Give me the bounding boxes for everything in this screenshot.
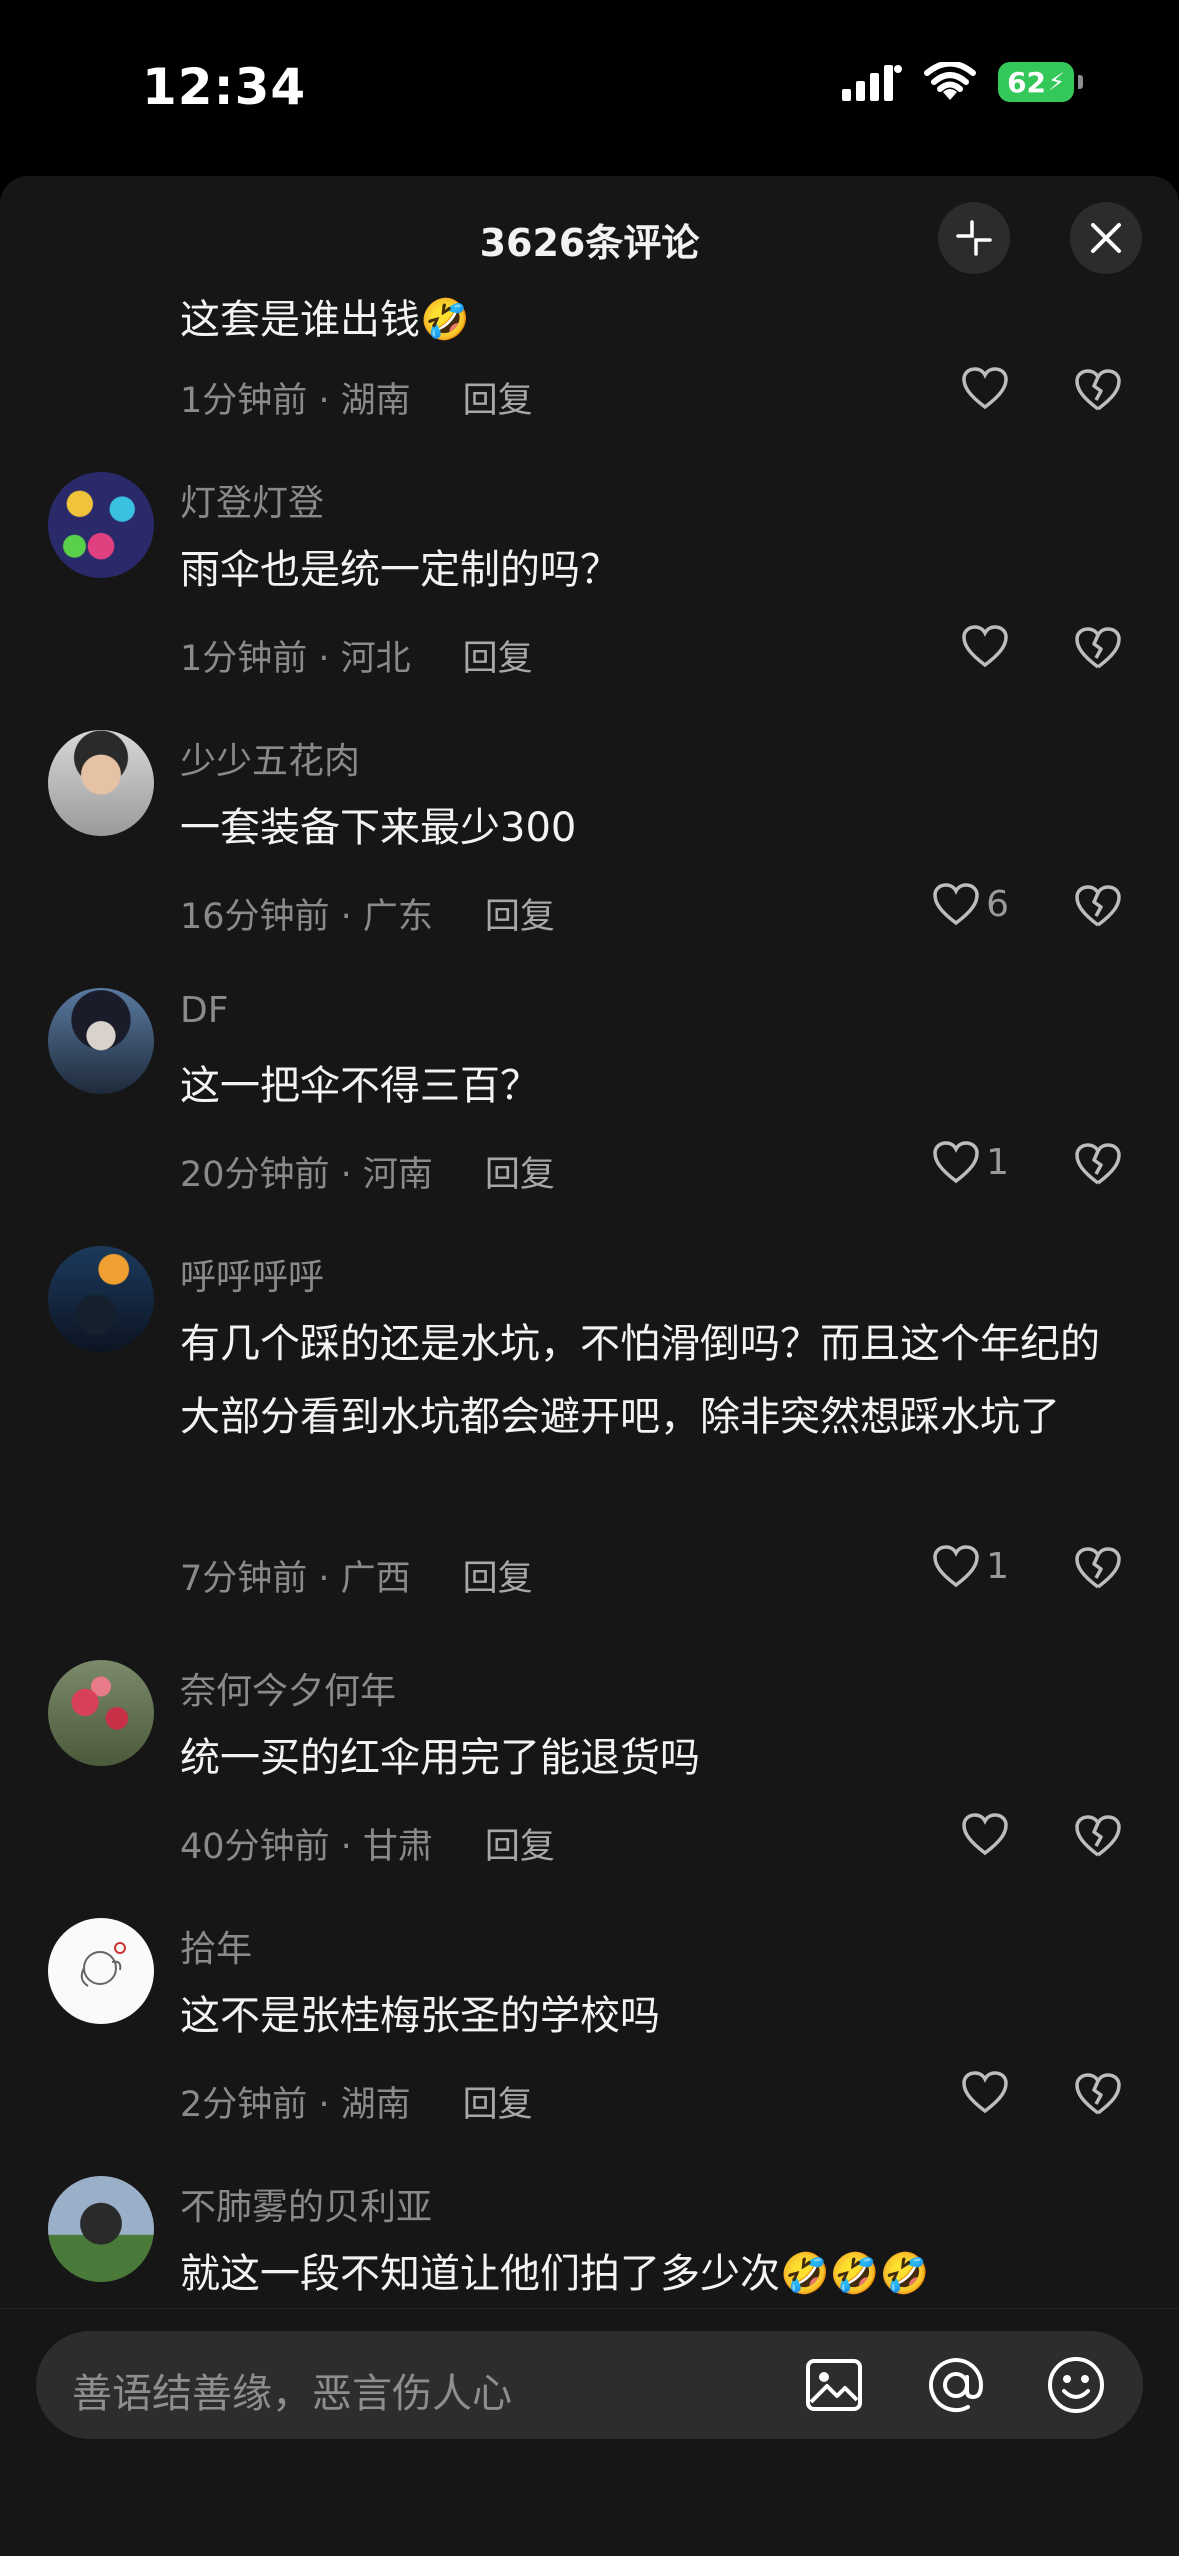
comment-meta: 16分钟前 · 广东 回复 (180, 888, 555, 939)
heart-icon (933, 1545, 979, 1588)
broken-heart-icon[interactable] (1074, 368, 1122, 412)
comment-meta: 1分钟前 · 河北 回复 (180, 630, 533, 681)
comment-username[interactable]: 少少五花肉 (180, 732, 360, 784)
like-button[interactable] (961, 624, 1009, 668)
like-button[interactable] (961, 1812, 1009, 1856)
battery-level: 62 (1007, 65, 1047, 99)
emoji-icon (1048, 2357, 1104, 2413)
battery-indicator: 62 ⚡ (998, 62, 1074, 102)
comment-meta: 7分钟前 · 广西 回复 (180, 1550, 533, 1601)
comment-list[interactable]: 这套是谁出钱🤣 1分钟前 · 湖南 回复 灯登灯登 雨伞也是统一定制的吗？ 1分钟… (0, 176, 1179, 2308)
like-count: 1 (986, 1545, 1009, 1587)
comment-text: 这不是张桂梅张圣的学校吗 (180, 1993, 660, 2039)
comment-time-location: 7分钟前 · 广西 (180, 1559, 411, 1599)
image-icon (806, 2359, 862, 2411)
comment-username[interactable]: DF (180, 990, 228, 1031)
avatar[interactable] (48, 988, 154, 1094)
mention-button[interactable] (922, 2351, 990, 2419)
comment-username[interactable]: 呼呼呼呼 (180, 1248, 324, 1300)
status-icons: 62 ⚡ (842, 62, 1083, 102)
laughing-emoji: 🤣 (420, 297, 470, 343)
comment-text: 这一把伞不得三百？ (180, 1063, 540, 1109)
avatar[interactable] (48, 1918, 154, 2024)
at-icon (929, 2358, 984, 2413)
comment-time-location: 1分钟前 · 湖南 (180, 381, 411, 421)
status-time: 12:34 (142, 58, 307, 116)
comment-text: 一套装备下来最少300 (180, 805, 577, 851)
comment-meta: 20分钟前 · 河南 回复 (180, 1146, 555, 1197)
comment-time-location: 2分钟前 · 湖南 (180, 2085, 411, 2125)
close-button[interactable] (1070, 202, 1142, 274)
reply-button[interactable]: 回复 (463, 381, 533, 421)
heart-icon (933, 883, 979, 926)
avatar[interactable] (48, 2176, 154, 2282)
close-icon (1091, 223, 1121, 253)
heart-icon (962, 625, 1008, 668)
comment-time-location: 16分钟前 · 广东 (180, 897, 433, 937)
image-button[interactable] (800, 2351, 868, 2419)
comment-text: 这套是谁出钱🤣 (180, 297, 470, 343)
broken-heart-icon[interactable] (1074, 1546, 1122, 1590)
comment-username[interactable]: 奈何今夕何年 (180, 1662, 396, 1714)
comment-meta: 1分钟前 · 湖南 回复 (180, 372, 533, 423)
battery-cap (1078, 75, 1083, 89)
broken-heart-icon[interactable] (1074, 626, 1122, 670)
comment-meta: 40分钟前 · 甘肃 回复 (180, 1818, 555, 1869)
reply-button[interactable]: 回复 (485, 897, 555, 937)
comment-text: 统一买的红伞用完了能退货吗 (180, 1735, 700, 1781)
reply-button[interactable]: 回复 (463, 1559, 533, 1599)
reply-button[interactable]: 回复 (485, 1155, 555, 1195)
broken-heart-icon[interactable] (1074, 884, 1122, 928)
heart-icon (962, 2071, 1008, 2114)
heart-icon (933, 1141, 979, 1184)
comment-username[interactable]: 灯登灯登 (180, 474, 324, 526)
reply-button[interactable]: 回复 (463, 2085, 533, 2125)
comment-time-location: 20分钟前 · 河南 (180, 1155, 433, 1195)
like-button[interactable]: 1 (932, 1544, 1009, 1588)
wifi-icon (924, 62, 976, 100)
comment-input-area: 善语结善缘，恶言伤人心 (0, 2308, 1179, 2556)
comment-text: 就这一段不知道让他们拍了多少次🤣🤣🤣 (180, 2251, 930, 2297)
sketch-icon (80, 1942, 126, 1987)
collapse-icon (956, 220, 992, 256)
avatar[interactable] (48, 472, 154, 578)
like-button[interactable]: 1 (932, 1140, 1009, 1184)
signal-icon (842, 65, 902, 101)
comment-time-location: 40分钟前 · 甘肃 (180, 1827, 433, 1867)
charging-icon: ⚡ (1048, 68, 1065, 96)
avatar[interactable] (48, 1246, 154, 1352)
heart-icon (962, 1813, 1008, 1856)
broken-heart-icon[interactable] (1074, 1142, 1122, 1186)
like-button[interactable] (961, 2070, 1009, 2114)
reply-button[interactable]: 回复 (485, 1827, 555, 1867)
avatar[interactable] (48, 730, 154, 836)
heart-icon (962, 367, 1008, 410)
comments-sheet: 这套是谁出钱🤣 1分钟前 · 湖南 回复 灯登灯登 雨伞也是统一定制的吗？ 1分钟… (0, 176, 1179, 2556)
comment-input-placeholder: 善语结善缘，恶言伤人心 (72, 2371, 512, 2417)
collapse-button[interactable] (938, 202, 1010, 274)
like-count: 6 (986, 883, 1009, 925)
sheet-header: 3626条评论 (0, 176, 1179, 292)
comment-text: 雨伞也是统一定制的吗？ (180, 547, 620, 593)
like-count: 1 (986, 1141, 1009, 1183)
like-button[interactable]: 6 (932, 882, 1009, 926)
emoji-button[interactable] (1042, 2351, 1110, 2419)
broken-heart-icon[interactable] (1074, 2072, 1122, 2116)
like-button[interactable] (961, 366, 1009, 410)
comment-input[interactable]: 善语结善缘，恶言伤人心 (36, 2331, 1143, 2439)
comment-meta: 2分钟前 · 湖南 回复 (180, 2076, 533, 2127)
avatar[interactable] (48, 1660, 154, 1766)
laughing-emoji: 🤣🤣🤣 (780, 2251, 930, 2297)
broken-heart-icon[interactable] (1074, 1814, 1122, 1858)
reply-button[interactable]: 回复 (463, 639, 533, 679)
status-bar: 12:34 62 ⚡ (0, 0, 1179, 176)
comment-time-location: 1分钟前 · 河北 (180, 639, 411, 679)
comment-text: 有几个踩的还是水坑，不怕滑倒吗？而且这个年纪的大部分看到水坑都会避开吧，除非突然… (180, 1321, 1100, 1440)
comment-username[interactable]: 拾年 (180, 1920, 252, 1972)
comment-username[interactable]: 不肺雾的贝利亚 (180, 2178, 432, 2230)
